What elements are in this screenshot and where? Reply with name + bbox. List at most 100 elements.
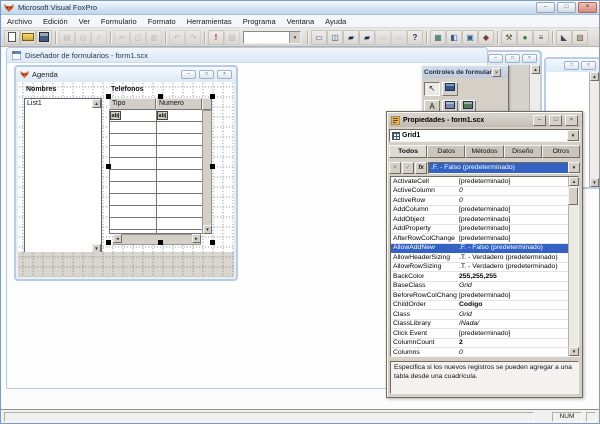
properties-scrollbar[interactable]: ▲ ▼ [568,177,578,356]
agenda-title-bar[interactable]: Agenda – □ × [16,67,236,82]
grid-vertical-scrollbar[interactable]: ▼ [202,110,212,234]
label-telefonos[interactable]: Telefonos [111,86,144,93]
menu-ventana[interactable]: Ventana [287,17,315,26]
maximize-button[interactable]: □ [557,2,576,13]
value-combobox[interactable]: .F. - Falso (predeterminado) ▼ [428,162,580,174]
textbox-icon[interactable]: ab| [110,111,121,120]
menu-programa[interactable]: Programa [243,17,276,26]
scroll-right-icon[interactable]: ► [192,234,201,243]
form-designer-button[interactable]: ▭ [311,30,327,45]
property-row-childorder[interactable]: ChildOrderCodigo [391,301,568,311]
help-button[interactable]: ? [407,30,423,45]
toolbox-button[interactable]: ▧ [572,30,588,45]
selection-handle[interactable] [158,94,163,99]
close-button[interactable]: × [217,70,232,79]
menu-formato[interactable]: Formato [148,17,176,26]
scroll-up-icon[interactable]: ▲ [590,72,599,81]
dropdown-icon[interactable]: ▼ [567,130,579,141]
property-row-beforerowcolchange[interactable]: BeforeRowColChange[predeterminado] [391,291,568,301]
close-button[interactable]: × [565,115,578,126]
label-nombres[interactable]: Nombres [26,86,56,93]
maximize-button[interactable]: □ [199,70,214,79]
report-designer-button[interactable]: ◫ [327,30,343,45]
maximize-button[interactable]: □ [505,54,520,63]
vertical-scrollbar[interactable]: ▲ [529,65,540,111]
grid-column-header-numero[interactable]: Numero [156,98,202,110]
builder-button[interactable]: ⚒ [501,30,517,45]
property-row-backcolor[interactable]: BackColor255,255,255 [391,272,568,282]
property-row-baseclass[interactable]: BaseClassGrid [391,282,568,292]
dropdown-icon[interactable]: ▼ [289,32,300,43]
tab-metodos[interactable]: Métodos [465,145,503,158]
selection-handle[interactable] [210,94,215,99]
vertical-scrollbar[interactable]: ▲ ▼ [589,72,599,187]
selection-handle[interactable] [106,164,111,169]
accept-value-button[interactable]: ✓ [402,162,414,174]
tab-datos[interactable]: Datos [427,145,465,158]
property-row-activatecell[interactable]: ActivateCell[predeterminado] [391,177,568,187]
minimize-button[interactable]: – [533,115,546,126]
cancel-value-button[interactable]: ✕ [389,162,401,174]
data-environment-button[interactable]: ▣ [462,30,478,45]
scroll-down-icon[interactable]: ▼ [203,225,212,234]
run-button[interactable]: ! [208,30,224,45]
selection-handle[interactable] [210,240,215,245]
listbox-list1[interactable]: List1 ▲ ▼ [24,98,102,254]
scroll-up-icon[interactable]: ▲ [569,177,579,186]
selection-handle[interactable] [158,240,163,245]
agenda-form-window[interactable]: Agenda – □ × Nombres Telefonos List1 ▲ ▼ [14,65,238,281]
scroll-down-icon[interactable]: ▼ [590,178,599,187]
grid-lines-button[interactable]: ▦ [430,30,446,45]
scroll-left-icon[interactable]: ◄ [113,234,122,243]
maximize-button[interactable]: □ [564,61,579,70]
close-button[interactable]: × [522,54,537,63]
open-button[interactable] [20,30,36,45]
selection-handle[interactable] [106,240,111,245]
property-row-allowaddnew[interactable]: AllowAddNew.F. - Falso (predeterminado) [391,244,568,254]
form-controls-title-bar[interactable]: Controles de formularios ✕ [422,66,508,78]
autoformat-button[interactable]: ● [517,30,533,45]
menu-ver[interactable]: Ver [79,17,90,26]
grid-control[interactable]: TipoNumero ▼ ab| ab| [109,98,212,234]
scroll-up-icon[interactable]: ▲ [531,65,540,74]
dropdown-icon[interactable]: ▼ [568,162,580,173]
minimize-button[interactable]: – [181,70,196,79]
tab-otros[interactable]: Otros [542,145,580,158]
tab-order-button[interactable]: ◧ [446,30,462,45]
object-selector[interactable]: Grid1 ▼ [389,129,580,142]
expression-builder-button[interactable]: fx [415,162,427,174]
property-row-activerow[interactable]: ActiveRow0 [391,196,568,206]
properties-title-bar[interactable]: Propiedades - form1.scx – □ × [389,114,580,127]
property-row-addproperty[interactable]: AddProperty[predeterminado] [391,225,568,235]
selection-handle[interactable] [106,94,111,99]
tab-diseno[interactable]: Diseño [504,145,542,158]
color-palette-button[interactable]: ◣ [556,30,572,45]
database-designer-button[interactable]: ▰ [343,30,359,45]
property-row-activecolumn[interactable]: ActiveColumn0 [391,187,568,197]
property-row-clickevent[interactable]: Click Event[predeterminado] [391,329,568,339]
close-button[interactable]: × [581,61,596,70]
property-row-addobject[interactable]: AddObject[predeterminado] [391,215,568,225]
close-button[interactable]: × [578,2,597,13]
view-classes-tool[interactable] [442,82,458,96]
minimize-button[interactable]: – [488,54,503,63]
maximize-button[interactable]: □ [549,115,562,126]
code-window-button[interactable]: ≡ [533,30,549,45]
property-row-addcolumn[interactable]: AddColumn[predeterminado] [391,206,568,216]
selection-handle[interactable] [210,164,215,169]
save-button[interactable] [36,30,52,45]
menu-formulario[interactable]: Formulario [101,17,137,26]
form-designer-title-bar[interactable]: Diseñador de formularios - form1.scx [7,48,487,63]
menu-edicion[interactable]: Edición [43,17,68,26]
window-arrange-button[interactable]: ◆ [478,30,494,45]
scroll-down-icon[interactable]: ▼ [569,347,579,356]
select-pointer-tool[interactable]: ↖ [424,82,440,96]
textbox-icon[interactable]: ab| [157,111,168,120]
document-combo[interactable]: ▼ [243,31,301,44]
grid-column-header-tipo[interactable]: Tipo [109,98,156,110]
menu-ayuda[interactable]: Ayuda [325,17,346,26]
property-row-class[interactable]: ClassGrid [391,310,568,320]
scroll-up-icon[interactable]: ▲ [92,99,101,108]
close-icon[interactable]: ✕ [492,68,501,77]
new-button[interactable] [4,30,20,45]
